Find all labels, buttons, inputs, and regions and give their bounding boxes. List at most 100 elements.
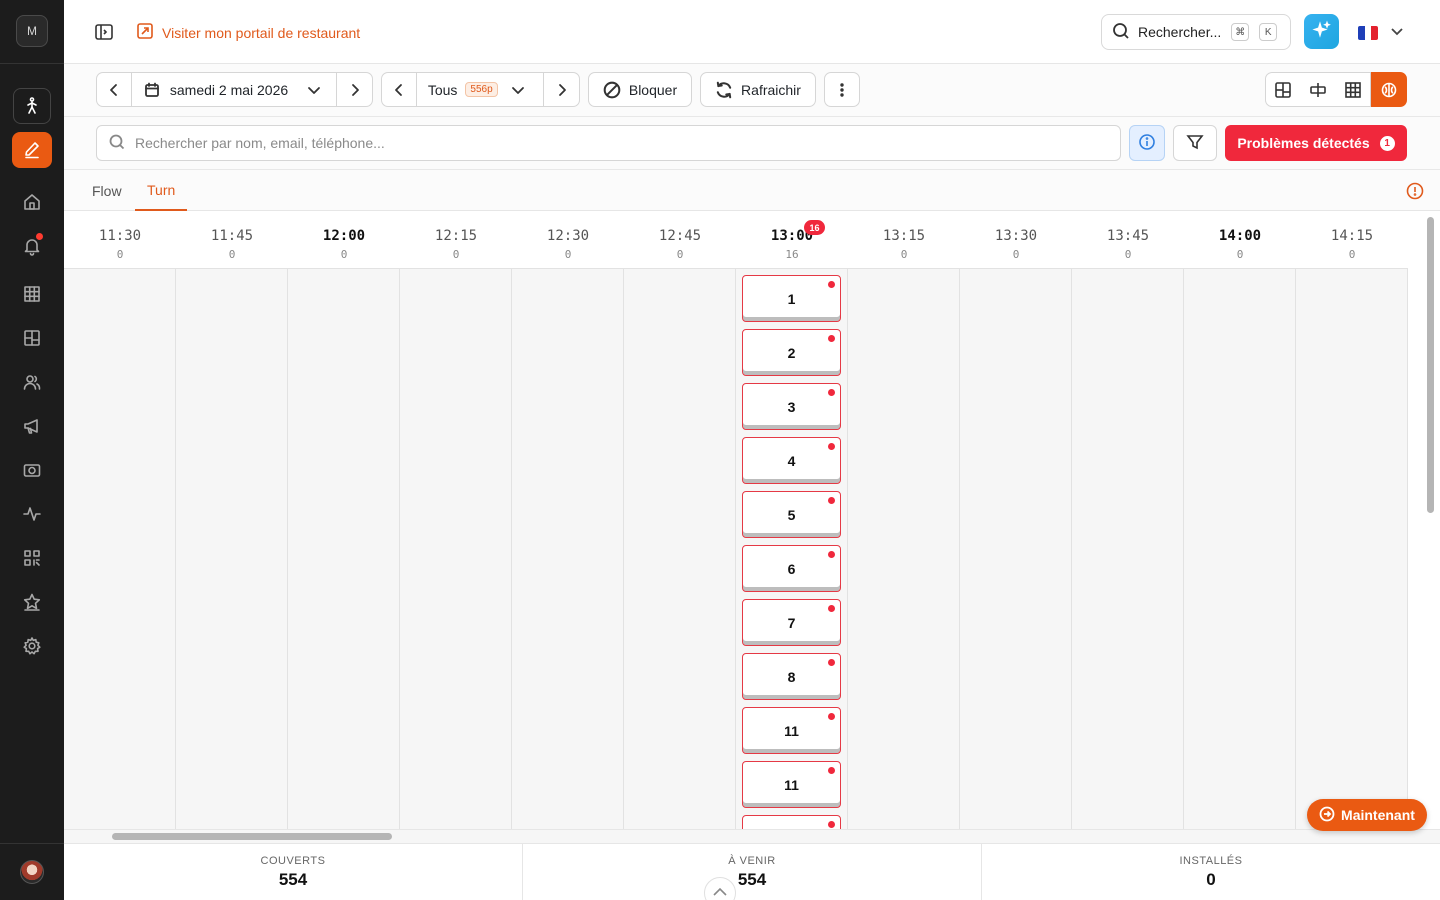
timeslot-header[interactable]: 11:45 0 [176,211,288,269]
sidebar-item-settings[interactable] [12,628,52,664]
timeline-view-button[interactable] [1371,72,1407,107]
qr-icon [24,550,40,566]
next-day-button[interactable] [337,73,372,106]
chevron-down-icon [1390,24,1404,41]
timeslot-time: 12:45 [658,228,702,244]
warning-icon[interactable] [1406,182,1424,200]
external-link-icon [136,22,154,43]
panel-toggle-icon[interactable] [94,22,114,42]
reservation-table-number: 2 [787,344,796,361]
sidebar-item-reviews[interactable] [12,584,52,620]
info-button[interactable] [1129,125,1165,161]
reservation-card[interactable]: 3 [742,383,841,430]
alert-dot [828,605,835,612]
language-selector[interactable] [1358,24,1404,41]
portal-link[interactable]: Visiter mon portail de restaurant [136,22,360,43]
tab-turn[interactable]: Turn [135,170,188,211]
timeslot-covers: 0 [900,248,908,261]
timeslot-time: 12:15 [434,228,478,244]
reservation-card[interactable] [742,815,841,829]
previous-service-button[interactable] [382,73,417,106]
ai-assistant-button[interactable] [1304,14,1339,49]
timeslot-header[interactable]: 11:30 0 [64,211,176,269]
timeslot-header[interactable]: 13:00 16 16 [736,211,848,269]
timeslot-header[interactable]: 12:15 0 [400,211,512,269]
reservation-card[interactable]: 1 [742,275,841,322]
alert-dot [828,713,835,720]
sidebar-item-customers[interactable] [12,364,52,400]
timeslot-header[interactable]: 12:45 0 [624,211,736,269]
timeslot-header[interactable]: 14:15 0 [1296,211,1408,269]
reservation-card[interactable]: 5 [742,491,841,538]
block-button[interactable]: Bloquer [588,72,692,107]
scrollbar-thumb[interactable] [1427,217,1434,513]
reservation-card[interactable]: 2 [742,329,841,376]
date-picker[interactable]: samedi 2 mai 2026 [132,73,338,106]
timeslot-header[interactable]: 14:00 0 [1184,211,1296,269]
chevron-left-icon [395,83,402,96]
sidebar-item-home[interactable] [12,184,52,220]
timeslot-time: 14:15 [1330,228,1374,244]
timeslot-header[interactable]: 13:15 0 [848,211,960,269]
timeslot-header[interactable]: 12:00 0 [288,211,400,269]
timeslot-covers: 0 [452,248,460,261]
split-view-button[interactable] [1300,72,1336,107]
sidebar-item-walkin[interactable] [13,88,51,124]
global-search-button[interactable]: Rechercher... ⌘ K [1101,14,1291,50]
sidebar-divider [0,843,64,844]
reservation-table-number: 11 [784,722,799,739]
portal-link-label: Visiter mon portail de restaurant [162,24,361,41]
scrollbar-thumb[interactable] [112,833,392,840]
reservation-card[interactable]: 6 [742,545,841,592]
vertical-scrollbar[interactable] [1408,211,1440,829]
reservation-card[interactable]: 11 [742,761,841,808]
workspace-avatar[interactable]: M [16,15,48,47]
reservation-table-number: 4 [787,452,796,469]
sidebar-item-tables[interactable] [12,276,52,312]
stat-value: 0 [1206,870,1216,889]
reservation-search-input[interactable] [135,135,1108,151]
service-select[interactable]: Tous 556p [417,73,545,106]
now-button[interactable]: Maintenant [1307,799,1427,831]
timeslot-column: 13:00 16 16 1 2 3 4 5 6 7 8 11 11 [736,211,848,829]
sidebar-item-qrcode[interactable] [12,540,52,576]
filter-button[interactable] [1173,125,1217,161]
tab-flow[interactable]: Flow [80,170,134,211]
floorplan-view-button[interactable] [1265,72,1301,107]
activity-icon [23,507,41,521]
sidebar-item-reservations[interactable] [12,132,52,168]
timeslot-covers: 0 [1348,248,1356,261]
reservation-table-number: 1 [787,290,796,307]
alert-dot [828,281,835,288]
sidebar-item-notifications[interactable] [12,228,52,264]
reservation-search-field[interactable] [96,125,1121,161]
service-stats: COUVERTS 554 À VENIR 554 INSTALLÉS 0 [64,843,1440,900]
timeslot-header[interactable]: 13:30 0 [960,211,1072,269]
timeslot-time: 13:45 [1106,228,1150,244]
problems-detected-button[interactable]: Problèmes détectés 1 [1225,125,1407,161]
reservation-card[interactable]: 7 [742,599,841,646]
more-options-button[interactable] [824,72,860,107]
sidebar-item-floorplan[interactable] [12,320,52,356]
sidebar-item-media[interactable] [12,452,52,488]
timeslot-header[interactable]: 13:45 0 [1072,211,1184,269]
next-service-button[interactable] [544,73,579,106]
refresh-button[interactable]: Rafraichir [700,72,816,107]
horizontal-scrollbar[interactable] [64,829,1440,843]
grid-icon [1344,81,1361,98]
timeslot-header[interactable]: 12:30 0 [512,211,624,269]
walk-icon [27,97,37,114]
reservation-card[interactable]: 11 [742,707,841,754]
reservation-card[interactable]: 4 [742,437,841,484]
alert-dot [828,767,835,774]
previous-day-button[interactable] [97,73,132,106]
sidebar-item-marketing[interactable] [12,408,52,444]
timeslot-column: 11:30 0 [64,211,176,829]
grid-view-button[interactable] [1335,72,1371,107]
reservation-card[interactable]: 8 [742,653,841,700]
sidebar-item-analytics[interactable] [12,496,52,532]
stat-upcoming: À VENIR 554 [523,844,982,900]
stat-label: INSTALLÉS [1179,855,1243,867]
global-search-label: Rechercher... [1138,24,1222,40]
user-avatar[interactable] [20,860,44,884]
